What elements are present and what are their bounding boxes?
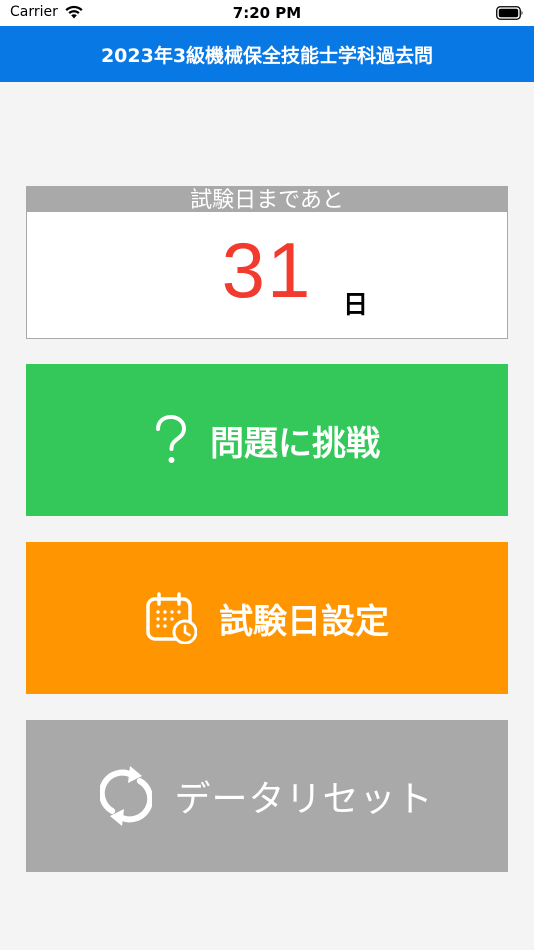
data-reset-button[interactable]: データリセット	[26, 720, 508, 872]
exam-date-label: 試験日設定	[219, 601, 389, 642]
exam-date-button[interactable]: 試験日設定	[26, 542, 508, 694]
data-reset-label: データリセット	[174, 779, 434, 820]
status-time: 7:20 PM	[232, 4, 302, 22]
nav-title: 2023年3級機械保全技能士学科過去問	[100, 44, 434, 67]
challenge-label: 問題に挑戦	[210, 423, 380, 464]
countdown-panel: 試験日まであと 31 日	[26, 186, 508, 339]
countdown-body: 31 日	[27, 212, 507, 338]
question-mark-icon	[154, 415, 188, 465]
nav-bar: 2023年3級機械保全技能士学科過去問	[0, 26, 534, 82]
calendar-clock-icon	[145, 592, 197, 644]
challenge-button[interactable]: 問題に挑戦	[26, 364, 508, 516]
refresh-icon	[100, 765, 153, 827]
battery-icon	[496, 6, 523, 20]
days-unit: 日	[343, 290, 369, 319]
countdown-label: 試験日まであと	[27, 187, 507, 212]
days-remaining: 31	[221, 226, 313, 314]
status-bar: Carrier 7:20 PM	[0, 0, 534, 26]
